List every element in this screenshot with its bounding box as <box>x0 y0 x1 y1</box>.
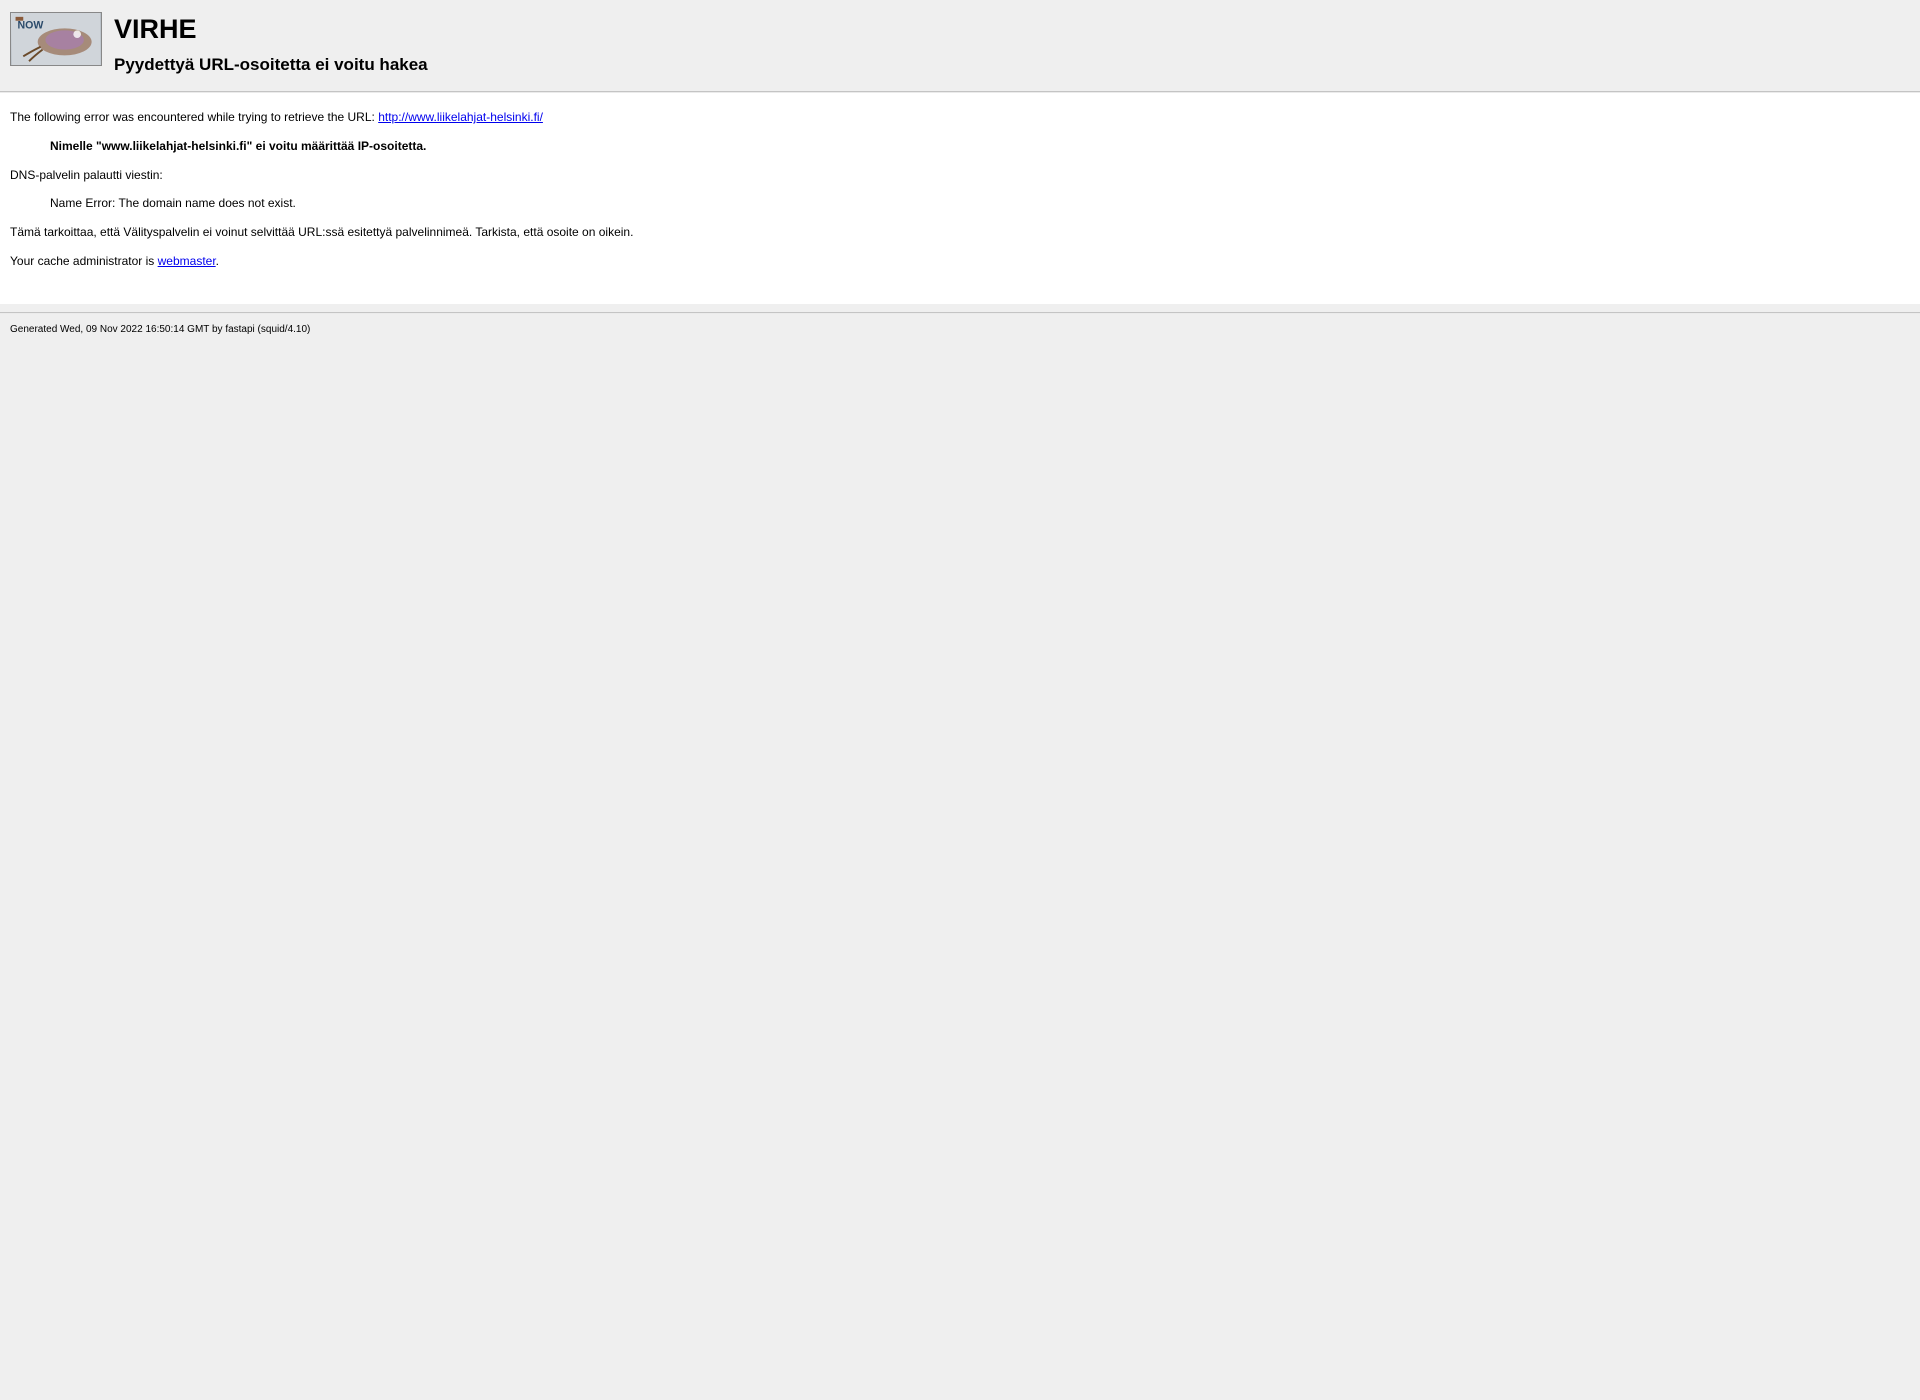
generated-timestamp: Generated Wed, 09 Nov 2022 16:50:14 GMT … <box>10 324 1910 335</box>
explanation-text: Tämä tarkoittaa, että Välityspalvelin ei… <box>10 224 1910 241</box>
squid-now-icon: NOW <box>10 12 102 66</box>
intro-text: The following error was encountered whil… <box>10 110 378 124</box>
svg-text:NOW: NOW <box>17 19 43 31</box>
intro-paragraph: The following error was encountered whil… <box>10 109 1910 126</box>
webmaster-link[interactable]: webmaster <box>158 254 216 268</box>
requested-url-link[interactable]: http://www.liikelahjat-helsinki.fi/ <box>378 110 543 124</box>
error-header: NOW VIRHE Pyydettyä URL-osoitetta ei voi… <box>0 0 1920 83</box>
admin-paragraph: Your cache administrator is webmaster. <box>10 253 1910 270</box>
error-content: The following error was encountered whil… <box>0 93 1920 304</box>
dns-error-message: Nimelle "www.liikelahjat-helsinki.fi" ei… <box>50 138 1910 155</box>
admin-period: . <box>216 254 219 268</box>
dns-server-response: Name Error: The domain name does not exi… <box>50 195 1910 212</box>
footer: Generated Wed, 09 Nov 2022 16:50:14 GMT … <box>0 314 1920 345</box>
error-subtitle: Pyydettyä URL-osoitetta ei voitu hakea <box>114 55 428 75</box>
error-title: VIRHE <box>114 14 428 45</box>
admin-text: Your cache administrator is <box>10 254 158 268</box>
header-text-container: VIRHE Pyydettyä URL-osoitetta ei voitu h… <box>114 12 428 75</box>
dns-server-label: DNS-palvelin palautti viestin: <box>10 167 1910 184</box>
